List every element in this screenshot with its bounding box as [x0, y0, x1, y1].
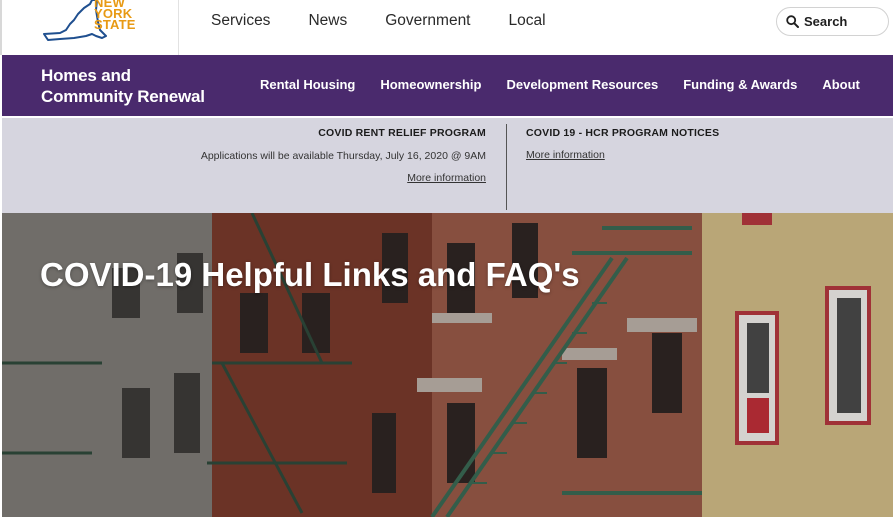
alert-divider — [506, 124, 507, 210]
nav-services[interactable]: Services — [211, 12, 270, 30]
nav-rental-housing[interactable]: Rental Housing — [260, 77, 355, 92]
nav-funding-awards[interactable]: Funding & Awards — [683, 77, 797, 92]
logo-line: STATE — [94, 17, 136, 32]
global-nav: Services News Government Local — [211, 12, 584, 30]
agency-header: Homes and Community Renewal Rental Housi… — [2, 55, 893, 116]
nav-about[interactable]: About — [822, 77, 860, 92]
alert-title: COVID 19 - HCR PROGRAM NOTICES — [526, 127, 720, 139]
more-information-link[interactable]: More information — [407, 172, 486, 184]
agency-name-line: Homes and — [41, 66, 131, 85]
alert-banner: COVID RENT RELIEF PROGRAM Applications w… — [2, 118, 893, 213]
global-header: NEW YORK STATE Services News Government … — [0, 0, 893, 55]
nys-logo[interactable]: NEW YORK STATE — [4, 0, 179, 55]
alert-rent-relief: COVID RENT RELIEF PROGRAM Applications w… — [201, 127, 486, 185]
alert-program-notices: COVID 19 - HCR PROGRAM NOTICES More info… — [526, 127, 719, 162]
agency-nav: Rental Housing Homeownership Development… — [260, 77, 885, 92]
agency-name-line: Community Renewal — [41, 87, 205, 106]
nav-local[interactable]: Local — [509, 12, 546, 30]
nav-development-resources[interactable]: Development Resources — [506, 77, 658, 92]
agency-name[interactable]: Homes and Community Renewal — [41, 65, 205, 107]
logo-wordmark: NEW YORK STATE — [94, 0, 136, 32]
search-label: Search — [804, 14, 848, 29]
hero-title: COVID-19 Helpful Links and FAQ's — [40, 256, 580, 293]
alert-title: COVID RENT RELIEF PROGRAM — [318, 127, 486, 139]
more-information-link[interactable]: More information — [526, 149, 605, 161]
search-button[interactable]: Search — [776, 7, 889, 36]
hero-banner: COVID-19 Helpful Links and FAQ's — [2, 213, 893, 517]
nav-government[interactable]: Government — [385, 12, 470, 30]
search-icon — [786, 15, 799, 28]
nav-news[interactable]: News — [308, 12, 347, 30]
alert-text: Applications will be available Thursday,… — [200, 150, 486, 162]
nav-homeownership[interactable]: Homeownership — [380, 77, 481, 92]
